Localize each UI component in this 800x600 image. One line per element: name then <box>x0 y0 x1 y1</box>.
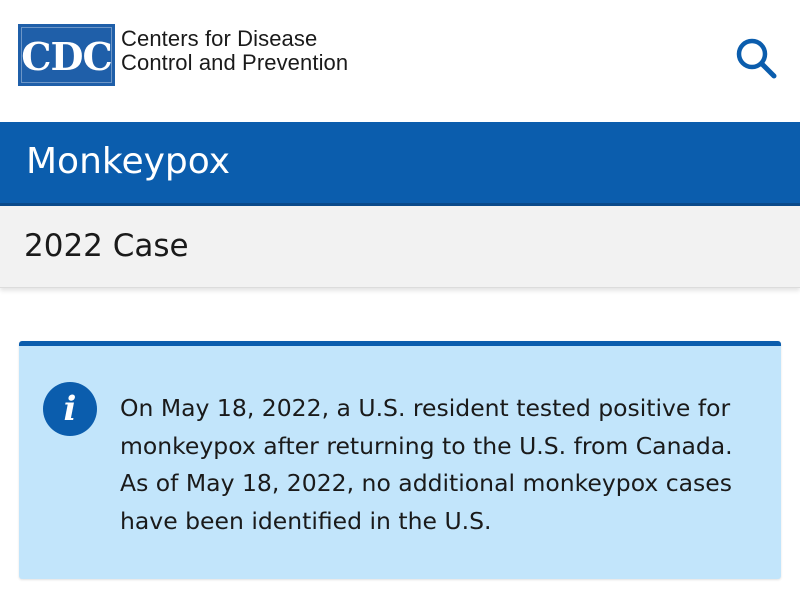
search-icon <box>736 38 777 79</box>
alert-message-line: monkeypox after returning to the U.S. fr… <box>120 431 733 460</box>
alert-message-line: On May 18, 2022, a U.S. resident tested … <box>120 394 731 422</box>
info-alert-callout: i On May 18, 2022, a U.S. resident teste… <box>19 341 781 579</box>
search-button[interactable] <box>728 30 784 86</box>
alert-message-line: have been identified in the U.S. <box>120 506 492 535</box>
cdc-logo-abbr: CDC <box>21 33 112 79</box>
topic-title-bar: Monkeypox <box>0 122 800 206</box>
section-nav-label: 2022 Case <box>24 228 189 264</box>
cdc-logo-mark: CDC <box>18 24 115 86</box>
alert-message: On May 18, 2022, a U.S. resident tested … <box>120 390 760 540</box>
logo-text-line-1: Centers for Disease <box>121 26 318 51</box>
site-header: CDC Centers for Disease Control and Prev… <box>0 0 800 120</box>
alert-message-line: As of May 18, 2022, no additional monkey… <box>120 469 732 497</box>
cdc-logo-wordmark: Centers for Disease Control and Preventi… <box>121 27 348 75</box>
logo-text-line-2: Control and Prevention <box>121 50 349 75</box>
page-title[interactable]: Monkeypox <box>26 140 230 184</box>
info-icon-glyph: i <box>63 389 77 429</box>
cdc-logo[interactable]: CDC Centers for Disease Control and Prev… <box>18 24 348 86</box>
section-nav[interactable]: 2022 Case <box>0 206 800 288</box>
info-icon: i <box>43 382 97 436</box>
